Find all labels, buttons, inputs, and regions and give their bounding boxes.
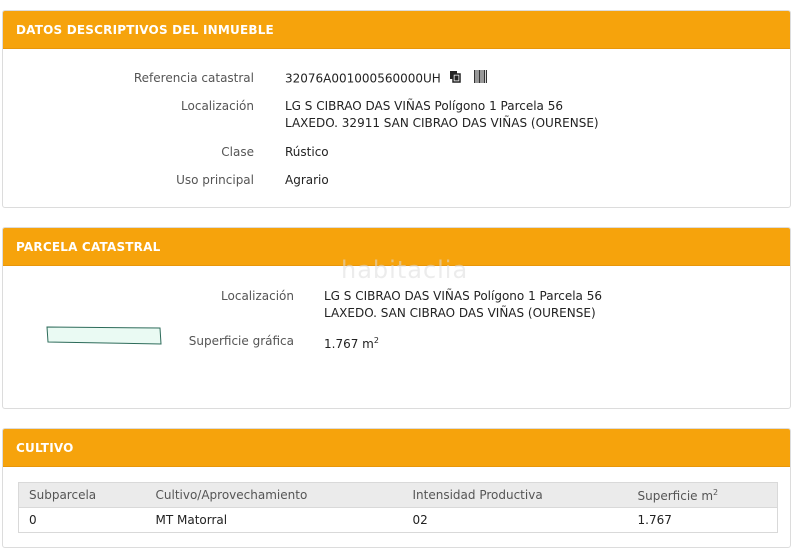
referencia-catastral-value: 32076A001000560000UH [285, 70, 488, 88]
cell-cultivo: MT Matorral [145, 507, 403, 533]
clase-value: Rústico [285, 145, 329, 159]
localizacion-line2: LAXEDO. 32911 SAN CIBRAO DAS VIÑAS (OURE… [285, 116, 599, 130]
watermark: habitaclia [341, 256, 469, 284]
panel-title: PARCELA CATASTRAL [16, 239, 161, 254]
cultivo-panel: CULTIVO Subparcela Cultivo/Aprovechamien… [2, 428, 791, 548]
uso-principal-label: Uso principal [176, 173, 254, 187]
cultivo-header: CULTIVO [3, 429, 790, 467]
col-superficie-text: Superficie m [637, 488, 714, 503]
col-cultivo: Cultivo/Aprovechamiento [145, 482, 403, 508]
col-subparcela: Subparcela [18, 482, 146, 508]
superficie-grafica-number: 1.767 m [324, 337, 374, 351]
table-header-row: Subparcela Cultivo/Aprovechamiento Inten… [18, 482, 778, 508]
panel-title: CULTIVO [16, 440, 74, 455]
parcel-thumbnail[interactable] [46, 326, 162, 346]
parcela-localizacion-value: LG S CIBRAO DAS VIÑAS Polígono 1 Parcela… [324, 288, 602, 322]
panel-title: DATOS DESCRIPTIVOS DEL INMUEBLE [16, 22, 274, 37]
superficie-grafica-sup: 2 [373, 336, 379, 345]
table-row: 0 MT Matorral 02 1.767 [18, 507, 778, 533]
cell-superficie: 1.767 [627, 507, 778, 533]
datos-descriptivos-panel: DATOS DESCRIPTIVOS DEL INMUEBLE Referenc… [2, 10, 791, 208]
col-superficie: Superficie m2 [627, 482, 778, 508]
col-superficie-sup: 2 [713, 487, 719, 497]
parcela-catastral-panel: PARCELA CATASTRAL habitaclia Localizació… [2, 227, 791, 409]
cultivo-table: Subparcela Cultivo/Aprovechamiento Inten… [18, 482, 778, 533]
parcela-localizacion-line1: LG S CIBRAO DAS VIÑAS Polígono 1 Parcela… [324, 289, 602, 303]
localizacion-value: LG S CIBRAO DAS VIÑAS Polígono 1 Parcela… [285, 98, 599, 132]
cell-subparcela: 0 [18, 507, 146, 533]
copy-icon[interactable] [449, 70, 461, 88]
referencia-catastral-text[interactable]: 32076A001000560000UH [285, 72, 441, 86]
parcela-localizacion-label: Localización [221, 289, 294, 303]
clase-label: Clase [221, 145, 254, 159]
localizacion-line1: LG S CIBRAO DAS VIÑAS Polígono 1 Parcela… [285, 99, 563, 113]
col-intensidad: Intensidad Productiva [402, 482, 628, 508]
barcode-icon[interactable] [474, 70, 488, 88]
referencia-catastral-label: Referencia catastral [133, 71, 254, 85]
datos-descriptivos-header: DATOS DESCRIPTIVOS DEL INMUEBLE [3, 11, 790, 49]
localizacion-label: Localización [181, 99, 254, 113]
superficie-grafica-value: 1.767 m2 [324, 332, 379, 353]
parcela-localizacion-line2: LAXEDO. SAN CIBRAO DAS VIÑAS (OURENSE) [324, 306, 596, 320]
superficie-grafica-label: Superficie gráfica [188, 334, 294, 348]
uso-principal-value: Agrario [285, 173, 329, 187]
cell-intensidad: 02 [402, 507, 628, 533]
